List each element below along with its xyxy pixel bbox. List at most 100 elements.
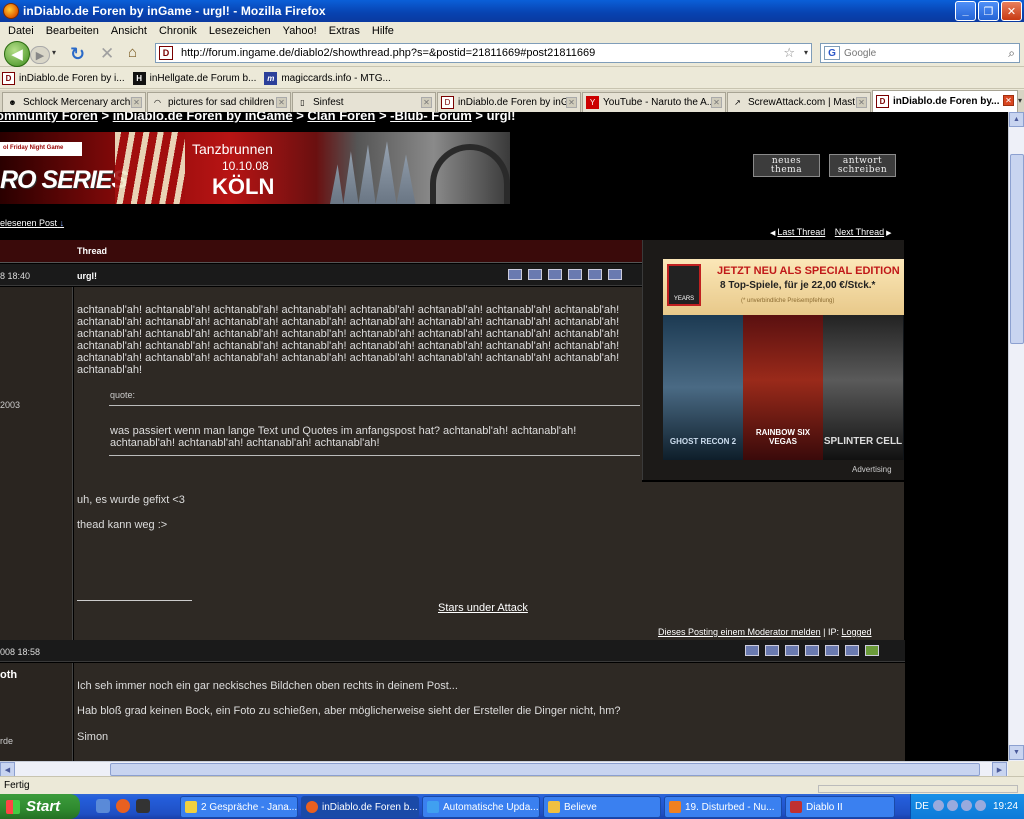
tab-label: YouTube - Naruto the A... — [603, 97, 713, 108]
minimize-button[interactable]: _ — [955, 1, 976, 21]
menu-chronik[interactable]: Chronik — [153, 25, 203, 37]
ad-offer: 8 Top-Spiele, für je 22,00 €/Stck.* — [720, 280, 876, 291]
scroll-down-icon[interactable]: ▼ — [1009, 745, 1024, 760]
volume-icon[interactable] — [961, 800, 972, 811]
firefox-launch-icon[interactable] — [116, 799, 130, 813]
profile-icon[interactable] — [528, 269, 542, 280]
banner-city: KÖLN — [212, 174, 275, 199]
google-engine-icon[interactable]: G — [824, 46, 840, 60]
reply-button[interactable]: antwort schreiben — [829, 154, 896, 177]
quote-icon[interactable] — [845, 645, 859, 656]
antivirus-icon[interactable] — [975, 800, 986, 811]
bookmark-indiablo[interactable]: D inDiablo.de Foren by i... — [2, 71, 125, 85]
url-dropdown-icon[interactable]: ▾ — [804, 48, 808, 57]
maximize-button[interactable]: ❐ — [978, 1, 999, 21]
forward-arrow-icon[interactable]: ▶ — [30, 46, 50, 64]
url-text[interactable]: http://forum.ingame.de/diablo2/showthrea… — [181, 47, 595, 59]
game-launch-icon[interactable] — [136, 799, 150, 813]
task-media-player[interactable]: 19. Disturbed - Nu... — [664, 796, 782, 818]
quote-icon[interactable] — [608, 269, 622, 280]
new-topic-button[interactable]: neues thema — [753, 154, 820, 177]
vertical-scrollbar[interactable]: ▲ ▼ — [1008, 112, 1024, 761]
tab-close-icon[interactable]: ✕ — [566, 97, 577, 108]
tab-close-icon[interactable]: ✕ — [276, 97, 287, 108]
menu-datei[interactable]: Datei — [2, 25, 40, 37]
tab-close-icon[interactable]: ✕ — [421, 97, 432, 108]
tab-close-icon[interactable]: ✕ — [711, 97, 722, 108]
task-updates[interactable]: Automatische Upda... — [422, 796, 540, 818]
next-thread-link[interactable]: Next Thread — [835, 227, 884, 237]
tab-sad-children[interactable]: ◠ pictures for sad children ✕ — [147, 92, 291, 112]
menu-lesezeichen[interactable]: Lesezeichen — [203, 25, 277, 37]
tab-youtube[interactable]: Y YouTube - Naruto the A... ✕ — [582, 92, 726, 112]
breadcrumb-clan-foren[interactable]: Clan Foren — [307, 112, 375, 123]
menu-bearbeiten[interactable]: Bearbeiten — [40, 25, 105, 37]
show-desktop-icon[interactable] — [96, 799, 110, 813]
network-icon[interactable] — [933, 800, 944, 811]
search-input[interactable] — [844, 47, 994, 59]
bookmark-inhellgate[interactable]: H inHellgate.de Forum b... — [132, 71, 256, 85]
menu-hilfe[interactable]: Hilfe — [366, 25, 400, 37]
breadcrumb-blub-forum[interactable]: -Blub- Forum — [390, 112, 472, 123]
menu-yahoo[interactable]: Yahoo! — [277, 25, 323, 37]
url-bar[interactable]: D http://forum.ingame.de/diablo2/showthr… — [155, 43, 812, 63]
task-list: 2 Gespräche - Jana... inDiablo.de Foren … — [180, 796, 895, 818]
reload-icon[interactable]: ↻ — [70, 44, 85, 65]
tab-screwattack[interactable]: ↗ ScrewAttack.com | Mast... ✕ — [727, 92, 871, 112]
task-diablo[interactable]: Diablo II — [785, 796, 895, 818]
tab-close-icon[interactable]: ✕ — [1003, 95, 1014, 106]
email-icon[interactable] — [745, 645, 759, 656]
tab-indiablo-1[interactable]: D inDiablo.de Foren by inG... ✕ — [437, 92, 581, 112]
horizontal-scrollbar[interactable]: ◀ ▶ — [0, 761, 1008, 777]
email-icon[interactable] — [508, 269, 522, 280]
start-button[interactable]: Start — [0, 794, 80, 819]
menu-extras[interactable]: Extras — [323, 25, 366, 37]
post-footer: Dieses Posting einem Moderator melden | … — [658, 627, 872, 637]
last-read-post-link[interactable]: elesenen Post ↓ — [0, 218, 64, 228]
buddy-icon[interactable] — [548, 269, 562, 280]
breadcrumb-indiablo[interactable]: inDiablo.de Foren by inGame — [113, 112, 293, 123]
signature-link[interactable]: Stars under Attack — [438, 602, 528, 614]
tab-list-dropdown-icon[interactable]: ▾ — [1018, 96, 1022, 105]
task-believe-folder[interactable]: Believe — [543, 796, 661, 818]
post-author[interactable]: oth — [0, 669, 17, 681]
tab-indiablo-active[interactable]: D inDiablo.de Foren by... ✕ — [872, 90, 1018, 112]
menu-ansicht[interactable]: Ansicht — [105, 25, 153, 37]
vertical-scroll-thumb[interactable] — [1010, 154, 1024, 344]
last-thread-link[interactable]: Last Thread — [777, 227, 825, 237]
buddy-icon[interactable] — [785, 645, 799, 656]
bookmark-magiccards[interactable]: m magiccards.info - MTG... — [264, 71, 391, 85]
bookmark-star-icon[interactable]: ☆ — [783, 45, 795, 61]
scroll-right-icon[interactable]: ▶ — [992, 762, 1007, 777]
home-icon[interactable]: ⌂ — [128, 44, 137, 61]
task-messenger[interactable]: 2 Gespräche - Jana... — [180, 796, 298, 818]
scroll-up-icon[interactable]: ▲ — [1009, 112, 1024, 127]
profile-icon[interactable] — [765, 645, 779, 656]
event-banner[interactable]: ol Friday Night Game RO SERIES Tanzbrunn… — [0, 132, 510, 204]
search-icon[interactable]: ⌕ — [1008, 46, 1015, 61]
tab-schlock-mercenary[interactable]: ☻ Schlock Mercenary archi... ✕ — [2, 92, 146, 112]
language-indicator[interactable]: DE — [915, 801, 929, 812]
breadcrumb-community[interactable]: ommunity Foren — [0, 112, 98, 123]
messenger-tray-icon[interactable] — [947, 800, 958, 811]
report-moderator-link[interactable]: Dieses Posting einem Moderator melden — [658, 627, 821, 637]
quote-divider — [109, 455, 640, 456]
ip-logged-link[interactable]: Logged — [841, 627, 871, 637]
edit-icon[interactable] — [588, 269, 602, 280]
screwattack-favicon-icon: ↗ — [734, 98, 741, 107]
homepage-icon[interactable] — [805, 645, 819, 656]
homepage-icon[interactable] — [568, 269, 582, 280]
stop-icon[interactable]: ✕ — [100, 44, 114, 64]
ip-label: | IP: — [823, 627, 839, 637]
ad-banner[interactable]: YEARS JETZT NEU ALS SPECIAL EDITION 8 To… — [663, 259, 904, 460]
scroll-left-icon[interactable]: ◀ — [0, 762, 15, 777]
close-window-button[interactable]: ✕ — [1001, 1, 1022, 21]
tab-close-icon[interactable]: ✕ — [131, 97, 142, 108]
edit-icon[interactable] — [825, 645, 839, 656]
tab-sinfest[interactable]: ▯ Sinfest ✕ — [292, 92, 436, 112]
horizontal-scroll-thumb[interactable] — [110, 763, 980, 776]
back-arrow-icon[interactable]: ◀ — [4, 41, 30, 67]
history-dropdown-icon[interactable]: ▾ — [52, 48, 56, 57]
task-firefox[interactable]: inDiablo.de Foren b... — [301, 796, 419, 818]
tab-close-icon[interactable]: ✕ — [856, 97, 867, 108]
